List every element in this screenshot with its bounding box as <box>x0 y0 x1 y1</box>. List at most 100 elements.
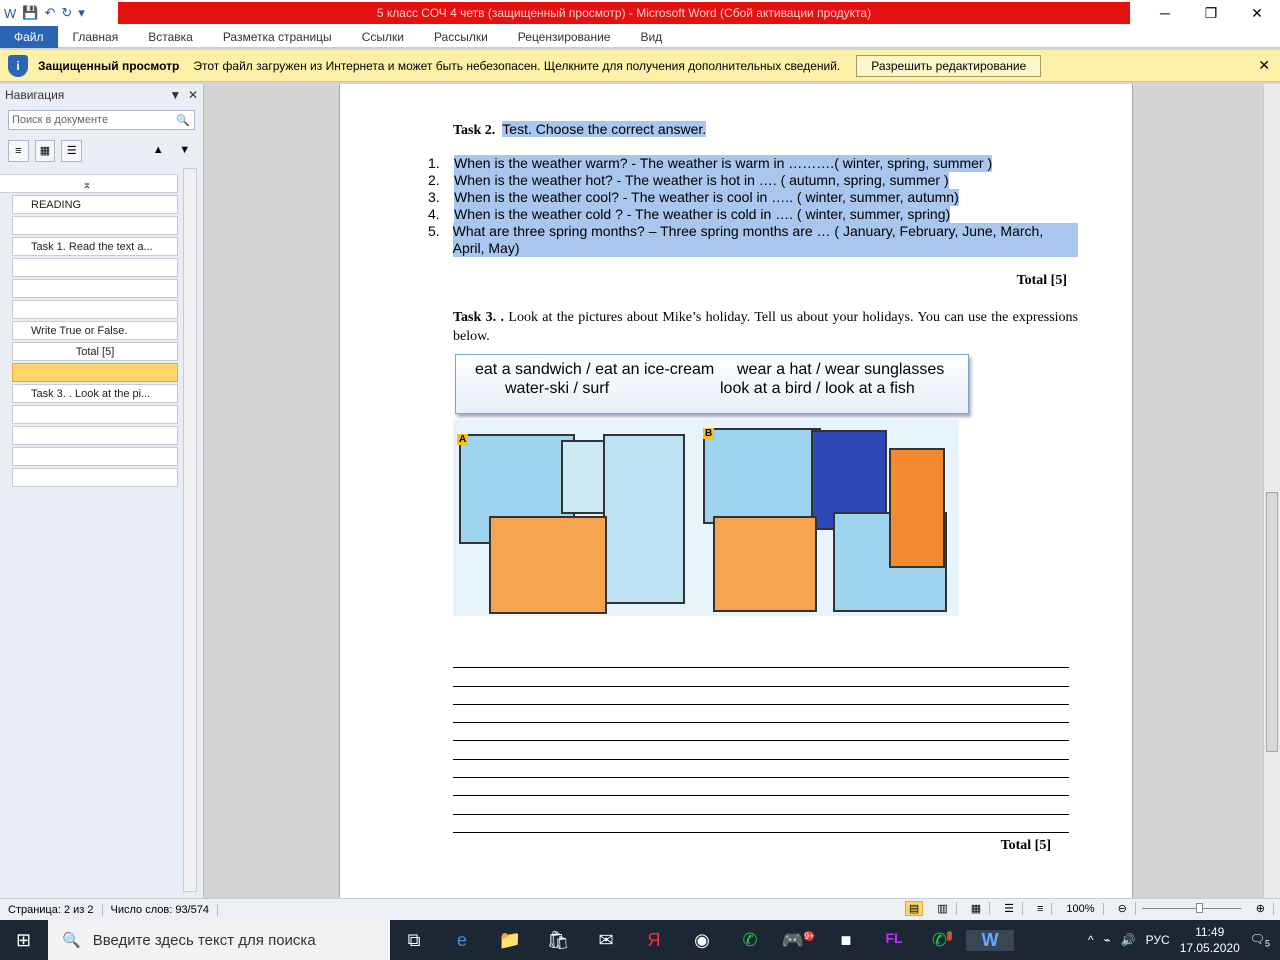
nav-search-input[interactable]: Поиск в документе 🔍 <box>8 110 195 130</box>
minecraft-icon[interactable]: ■ <box>822 930 870 951</box>
heading-item[interactable] <box>12 300 178 319</box>
collapse-all-icon[interactable]: ⌅ <box>0 174 178 193</box>
outline-icon[interactable]: ☰ <box>996 902 1023 915</box>
quick-access-toolbar: W 💾 ↶ ↻ ▾ <box>0 5 118 21</box>
system-tray: ^ ⌁ 🔊 РУС 11:49 17.05.2020 🗨5 <box>1088 924 1280 956</box>
protected-view-bar: i Защищенный просмотр Этот файл загружен… <box>0 50 1280 82</box>
heading-item[interactable] <box>12 405 178 424</box>
picture-label: B <box>703 428 715 439</box>
taskbar-search[interactable]: 🔍 Введите здесь текст для поиска <box>48 920 390 960</box>
heading-item[interactable] <box>12 426 178 445</box>
list-item: 5. What are three spring months? – Three … <box>428 223 1078 257</box>
whatsapp-icon[interactable]: ✆7 <box>918 930 966 951</box>
taskbar: ⊞ 🔍 Введите здесь текст для поиска ⧉ e 📁 … <box>0 920 1280 960</box>
customize-icon[interactable]: ▾ <box>78 5 85 21</box>
heading-item-current[interactable] <box>12 363 178 382</box>
picture-label: A <box>457 434 469 445</box>
title-bar: W 💾 ↶ ↻ ▾ 5 класс СОЧ 4 четв (защищенный… <box>0 0 1280 26</box>
discord-icon[interactable]: 🎮9+ <box>774 930 822 951</box>
clock[interactable]: 11:49 17.05.2020 <box>1180 924 1240 956</box>
file-explorer-icon[interactable]: 📁 <box>486 930 534 951</box>
close-button[interactable]: ✕ <box>1234 0 1280 26</box>
search-placeholder: Поиск в документе <box>12 114 109 126</box>
edge-icon[interactable]: e <box>438 930 486 951</box>
search-icon[interactable]: 🔍 <box>176 114 190 127</box>
tab-review[interactable]: Рецензирование <box>503 30 626 44</box>
language-indicator[interactable]: РУС <box>1146 933 1170 947</box>
page-count[interactable]: Страница: 2 из 2 <box>0 903 103 916</box>
draft-icon[interactable]: ≡ <box>1029 902 1053 915</box>
chevron-up-icon[interactable]: ^ <box>1088 933 1094 947</box>
protected-title: Защищенный просмотр <box>38 58 180 73</box>
list-item: 4. When is the weather cold ? - The weath… <box>428 206 951 223</box>
headings-view-icon[interactable]: ≡ <box>8 140 29 162</box>
search-icon: 🔍 <box>62 932 81 949</box>
search-placeholder: Введите здесь текст для поиска <box>92 931 316 949</box>
heading-item[interactable] <box>12 216 178 235</box>
heading-item[interactable]: Task 1. Read the text a... <box>12 237 178 256</box>
tab-file[interactable]: Файл <box>0 25 58 48</box>
total-label: Total [5] <box>1000 838 1051 853</box>
tab-view[interactable]: Вид <box>625 30 677 44</box>
zoom-out-icon[interactable]: ⊖ <box>1110 902 1136 915</box>
vertical-scrollbar[interactable] <box>1263 84 1280 898</box>
print-layout-icon[interactable]: ▤ <box>904 901 924 916</box>
notifications-icon[interactable]: 🗨5 <box>1250 932 1270 948</box>
tab-layout[interactable]: Разметка страницы <box>208 30 347 44</box>
chrome-icon[interactable]: ◉ <box>678 930 726 951</box>
next-icon[interactable]: ▼ <box>174 140 195 162</box>
close-icon[interactable]: ✕ <box>1258 57 1270 74</box>
close-icon[interactable]: ✕ <box>188 88 198 102</box>
word-count[interactable]: Число слов: 93/574 <box>103 903 218 916</box>
task-view-icon[interactable]: ⧉ <box>390 930 438 951</box>
store-icon[interactable]: 🛍 <box>534 930 582 951</box>
restore-button[interactable]: ❐ <box>1188 0 1234 26</box>
expression: water-ski / surf <box>505 380 610 397</box>
heading-item[interactable]: READING <box>12 195 178 214</box>
enable-editing-button[interactable]: Разрешить редактирование <box>856 54 1042 77</box>
nav-scrollbar[interactable] <box>183 168 197 892</box>
navigation-pane: Навигация ▼ ✕ Поиск в документе 🔍 ≡ ▦ ☰ ▲ … <box>0 84 204 898</box>
redo-icon[interactable]: ↻ <box>61 5 72 21</box>
word-taskbar-icon[interactable]: W <box>966 929 1014 951</box>
save-icon[interactable]: 💾 <box>22 5 38 21</box>
zoom-slider[interactable] <box>1141 903 1242 913</box>
whatsapp-icon[interactable]: ✆ <box>726 930 774 951</box>
document-page: Task 2. Test. Choose the correct answer.… <box>339 84 1133 898</box>
network-icon[interactable]: ⌁ <box>1103 933 1110 947</box>
scrollbar-thumb[interactable] <box>1266 492 1278 752</box>
protected-message[interactable]: Этот файл загружен из Интернета и может … <box>193 59 840 73</box>
heading-item[interactable] <box>12 468 178 487</box>
minimize-button[interactable]: ─ <box>1142 0 1188 26</box>
heading-item[interactable] <box>12 279 178 298</box>
fl-studio-icon[interactable]: FL <box>870 930 918 951</box>
heading-item[interactable]: Task 3. . Look at the pi... <box>12 384 178 403</box>
web-layout-icon[interactable]: ▦ <box>963 902 991 915</box>
windows-start-icon[interactable]: ⊞ <box>16 930 31 951</box>
tab-mailings[interactable]: Рассылки <box>419 30 503 44</box>
pages-view-icon[interactable]: ▦ <box>34 140 56 162</box>
heading-item[interactable] <box>12 447 178 466</box>
document-area: Task 2. Test. Choose the correct answer.… <box>205 84 1263 898</box>
heading-item[interactable] <box>12 258 178 277</box>
zoom-in-icon[interactable]: ⊕ <box>1248 902 1274 915</box>
undo-icon[interactable]: ↶ <box>44 5 55 21</box>
question-list: 1. When is the weather warm? - The weathe… <box>428 155 1078 257</box>
results-view-icon[interactable]: ☰ <box>61 140 82 162</box>
reading-layout-icon[interactable]: ▥ <box>929 902 957 915</box>
chevron-down-icon[interactable]: ▼ <box>169 88 181 102</box>
tab-insert[interactable]: Вставка <box>133 30 208 44</box>
holiday-pictures: A B <box>453 420 959 616</box>
word-icon[interactable]: W <box>4 6 16 21</box>
task3-text: Look at the pictures about Mike’s holida… <box>453 310 1078 344</box>
tab-references[interactable]: Ссылки <box>347 30 419 44</box>
zoom-level[interactable]: 100% <box>1058 902 1104 915</box>
yandex-icon[interactable]: Я <box>630 930 678 951</box>
answer-lines <box>453 650 1069 833</box>
volume-icon[interactable]: 🔊 <box>1121 933 1136 947</box>
heading-item[interactable]: Total [5] <box>12 342 178 361</box>
previous-icon[interactable]: ▲ <box>148 140 169 162</box>
tab-home[interactable]: Главная <box>58 30 134 44</box>
mail-icon[interactable]: ✉ <box>582 930 630 951</box>
heading-item[interactable]: Write True or False. <box>12 321 178 340</box>
